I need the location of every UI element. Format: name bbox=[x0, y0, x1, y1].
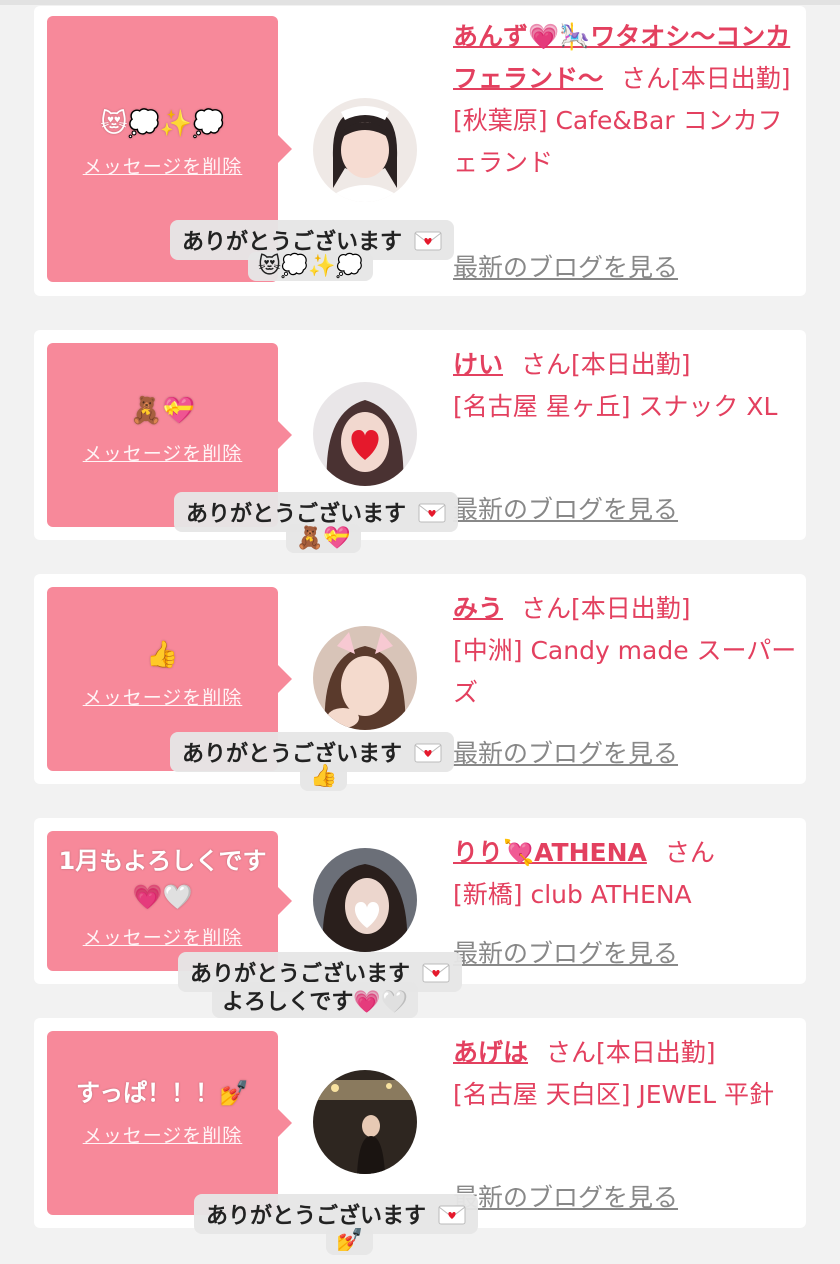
cast-info: みう さん[本日出勤] [中洲] Candy made スーパーズ bbox=[453, 588, 798, 714]
reply-toast-emoji: 🧸💝 bbox=[286, 524, 361, 553]
message-text: すっぱ！！！💅 bbox=[76, 1079, 249, 1107]
reply-toast-emoji: 😻💭✨💭 bbox=[248, 252, 374, 281]
latest-blog-link[interactable]: 最新のブログを見る bbox=[453, 1178, 678, 1214]
cast-name-link[interactable]: みう bbox=[453, 594, 503, 623]
shop-name: [新橋] club ATHENA bbox=[453, 880, 692, 909]
latest-blog-link[interactable]: 最新のブログを見る bbox=[453, 934, 678, 970]
message-bubble: すっぱ！！！💅 メッセージを削除 bbox=[47, 1031, 292, 1215]
cast-status: さん[本日出勤] bbox=[621, 64, 791, 93]
cast-info: あんず💗🎠ワタオシ〜コンカフェランド〜 さん[本日出勤] [秋葉原] Cafe&B… bbox=[453, 16, 798, 184]
shop-name: [名古屋 天白区] JEWEL 平針 bbox=[453, 1080, 774, 1109]
shop-name: [中洲] Candy made スーパーズ bbox=[453, 636, 797, 707]
delete-message-link[interactable]: メッセージを削除 bbox=[47, 923, 278, 950]
reply-thanks-text: ありがとうございます bbox=[206, 1204, 427, 1229]
message-text: 🧸💝 bbox=[130, 396, 195, 426]
reply-toast-emoji: 💅 bbox=[326, 1226, 374, 1255]
reply-toast-emoji: よろしくです💗🤍 bbox=[212, 982, 419, 1018]
reply-emoji-text: 🧸💝 bbox=[296, 526, 351, 551]
cast-name-link[interactable]: けい bbox=[453, 350, 503, 379]
message-bubble: 1月もよろしくです💗🤍 メッセージを削除 bbox=[47, 831, 292, 971]
delete-message-link[interactable]: メッセージを削除 bbox=[47, 439, 278, 466]
shop-name: [秋葉原] Cafe&Bar コンカフェランド bbox=[453, 106, 783, 177]
cast-name-link[interactable]: あげは bbox=[453, 1038, 528, 1067]
avatar[interactable] bbox=[313, 98, 417, 202]
avatar[interactable] bbox=[313, 626, 417, 730]
message-text: 😻💭✨💭 bbox=[100, 109, 225, 139]
reply-emoji-text: 💅 bbox=[336, 1228, 364, 1253]
message-text: 👍 bbox=[146, 640, 179, 670]
cast-info: あげは さん[本日出勤] [名古屋 天白区] JEWEL 平針 bbox=[453, 1032, 798, 1116]
envelope-heart-icon bbox=[414, 231, 442, 251]
reply-emoji-text: 😻💭✨💭 bbox=[258, 254, 364, 279]
envelope-heart-icon bbox=[414, 743, 442, 763]
avatar[interactable] bbox=[313, 848, 417, 952]
latest-blog-link[interactable]: 最新のブログを見る bbox=[453, 734, 678, 770]
shop-name: [名古屋 星ヶ丘] スナック XL bbox=[453, 392, 778, 421]
cast-info: りり💘ATHENA さん [新橋] club ATHENA bbox=[453, 832, 798, 916]
cast-status: さん bbox=[664, 838, 715, 867]
cast-name-link[interactable]: りり💘ATHENA bbox=[453, 838, 647, 867]
reply-toast-emoji: 👍 bbox=[300, 762, 348, 791]
delete-message-link[interactable]: メッセージを削除 bbox=[47, 683, 278, 710]
reply-emoji-text: 👍 bbox=[310, 764, 338, 789]
top-divider bbox=[0, 0, 840, 5]
latest-blog-link[interactable]: 最新のブログを見る bbox=[453, 248, 678, 284]
avatar[interactable] bbox=[313, 1070, 417, 1174]
message-text: 1月もよろしくです💗🤍 bbox=[58, 847, 267, 911]
delete-message-link[interactable]: メッセージを削除 bbox=[47, 1121, 278, 1148]
envelope-heart-icon bbox=[422, 963, 450, 983]
reply-emoji-text: よろしくです💗🤍 bbox=[222, 990, 409, 1015]
reply-thanks-text: ありがとうございます bbox=[182, 742, 403, 767]
latest-blog-link[interactable]: 最新のブログを見る bbox=[453, 490, 678, 526]
envelope-heart-icon bbox=[418, 503, 446, 523]
cast-status: さん[本日出勤] bbox=[521, 350, 691, 379]
envelope-heart-icon bbox=[438, 1205, 466, 1225]
avatar[interactable] bbox=[313, 382, 417, 486]
cast-status: さん[本日出勤] bbox=[521, 594, 691, 623]
delete-message-link[interactable]: メッセージを削除 bbox=[47, 152, 278, 179]
cast-status: さん[本日出勤] bbox=[546, 1038, 716, 1067]
cast-info: けい さん[本日出勤] [名古屋 星ヶ丘] スナック XL bbox=[453, 344, 798, 428]
